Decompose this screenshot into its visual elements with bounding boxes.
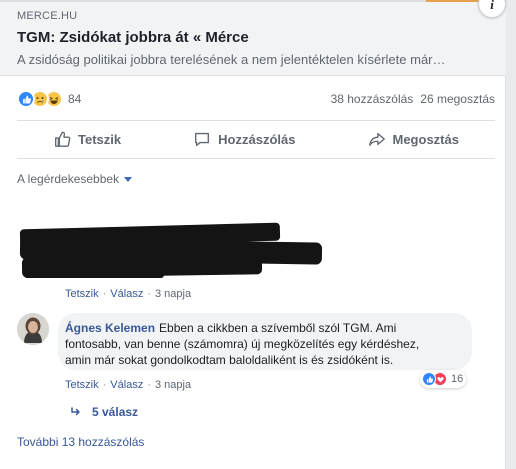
action-bar: Tetszik Hozzászólás Megosztás xyxy=(17,124,495,154)
comment-bubble: Ágnes Kelemen Ebben a cikkben a szívemből… xyxy=(58,313,472,370)
like-label: Tetszik xyxy=(78,131,122,147)
engagement-counts: 38 hozzászólás 26 megosztás xyxy=(331,92,495,106)
comment-text-line: Ebben a cikkben a szívemből szól TGM. Am… xyxy=(159,321,397,335)
comment-meta: Tetszik · Válasz · 3 napja xyxy=(65,288,192,300)
link-description: A zsidóság politikai jobbra terelésének … xyxy=(17,52,446,67)
comment-icon xyxy=(195,132,210,146)
view-replies-link[interactable]: 5 válasz xyxy=(70,405,138,419)
divider xyxy=(17,120,495,121)
comment-count[interactable]: 38 hozzászólás xyxy=(331,92,414,106)
link-preview[interactable]: MERCE.HU TGM: Zsidókat jobbra át « Mérce… xyxy=(0,2,506,76)
post-stats: 84 38 hozzászólás 26 megosztás xyxy=(17,86,495,112)
share-icon xyxy=(368,132,385,146)
reactions-summary[interactable]: 84 xyxy=(17,90,81,108)
thumbs-up-icon xyxy=(55,131,71,147)
comment-author[interactable]: Ágnes Kelemen xyxy=(65,321,155,335)
comment-sort-dropdown[interactable]: A legérdekesebbek xyxy=(17,172,133,186)
comment-reaction-count: 16 xyxy=(451,373,464,385)
comment-meta: Tetszik · Válasz · 3 napja xyxy=(65,379,192,391)
more-comments-link[interactable]: További 13 hozzászólás xyxy=(17,435,144,449)
share-label: Megosztás xyxy=(392,131,459,147)
avatar[interactable] xyxy=(17,313,49,345)
comment-like-link[interactable]: Tetszik xyxy=(65,288,99,300)
reply-arrow-icon xyxy=(71,407,80,416)
comment-timestamp[interactable]: 3 napja xyxy=(155,379,191,391)
sort-label: A legérdekesebbek xyxy=(17,172,120,186)
comment-label: Hozzászólás xyxy=(218,131,296,147)
link-domain: MERCE.HU xyxy=(17,10,78,22)
redaction-mark xyxy=(24,270,164,278)
caret-down-icon xyxy=(124,176,133,182)
share-button[interactable]: Megosztás xyxy=(368,130,459,148)
comment-reply-link[interactable]: Válasz xyxy=(110,379,143,391)
divider xyxy=(17,158,495,159)
reaction-count: 84 xyxy=(68,92,82,106)
comment-timestamp[interactable]: 3 napja xyxy=(155,288,191,300)
comment-text-line: fontosabb, van benne (számomra) új megkö… xyxy=(65,337,420,351)
like-icon xyxy=(17,90,35,108)
post-card: MERCE.HU TGM: Zsidókat jobbra át « Mérce… xyxy=(0,0,506,469)
share-count[interactable]: 26 megosztás xyxy=(420,92,495,106)
comment-text-line: amin már sokat gondolkodtam baloldalikén… xyxy=(65,353,394,367)
comment-button[interactable]: Hozzászólás xyxy=(193,130,295,148)
comment-reply-link[interactable]: Válasz xyxy=(110,288,143,300)
like-icon xyxy=(422,372,436,386)
comment-reactions[interactable]: 16 xyxy=(420,370,467,388)
like-button[interactable]: Tetszik xyxy=(53,130,121,148)
comment-like-link[interactable]: Tetszik xyxy=(65,379,99,391)
replies-label: 5 válasz xyxy=(92,405,139,419)
link-title[interactable]: TGM: Zsidókat jobbra át « Mérce xyxy=(17,28,489,47)
